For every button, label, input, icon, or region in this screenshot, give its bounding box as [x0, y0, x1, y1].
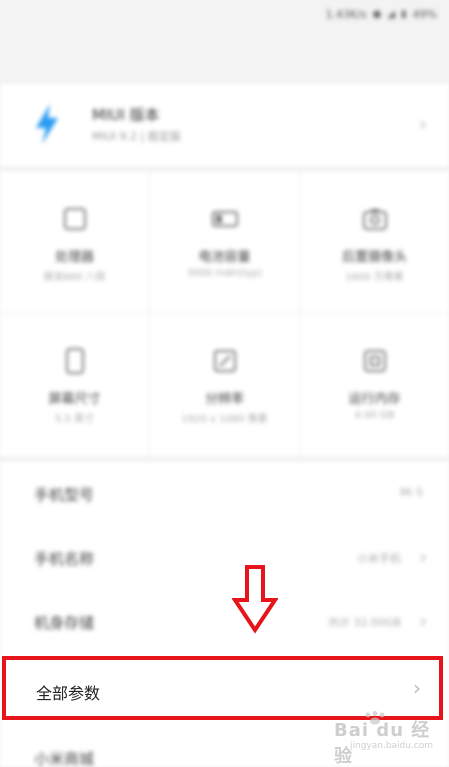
resolution-icon — [213, 350, 236, 372]
miui-version-subtitle: MIUI 9.2 | 稳定版 — [92, 130, 181, 143]
spec-value: 4.00 GB — [354, 410, 395, 421]
network-speed: 1.43K/s — [325, 7, 367, 21]
spec-cell-memory[interactable]: 运行内存 4.00 GB — [300, 314, 449, 455]
watermark-url: jingyan.baidu.com — [350, 741, 434, 751]
signal-icon: ◢ — [387, 8, 396, 20]
spec-value: 3000 mAh(typ) — [186, 268, 263, 279]
spec-grid: 处理器 骁龙660 八核 电池容量 3000 mAh(typ) 后置摄像头 16… — [0, 172, 449, 456]
spec-value: 1920 x 1080 像素 — [181, 414, 268, 425]
row-label: 机身存储 — [34, 614, 95, 632]
miui-logo-icon — [36, 104, 58, 144]
row-label: 手机型号 — [34, 486, 95, 504]
spec-value: 1600 万像素 — [345, 272, 404, 283]
battery-level: 49% — [412, 7, 437, 21]
row-label: 小米商城 — [34, 750, 95, 767]
all-parameters-label: 全部参数 — [36, 684, 101, 703]
chevron-right-icon: › — [419, 112, 427, 136]
arrow-down-annotation-icon — [232, 565, 278, 634]
status-bar: 1.43K/s ● ◢ ▮ 49% — [0, 0, 449, 28]
page: 1.43K/s ● ◢ ▮ 49% MIUI 版本 MIUI 9.2 | 稳定版… — [0, 0, 449, 767]
spec-label: 运行内存 — [348, 392, 401, 407]
list-item-device-name[interactable]: 手机名称 小米手机 › — [0, 526, 449, 592]
list-item-model[interactable]: 手机型号 Mi 5 — [0, 462, 449, 528]
miui-version-item[interactable]: MIUI 版本 MIUI 9.2 | 稳定版 › — [0, 84, 449, 166]
spec-cell-camera[interactable]: 后置摄像头 1600 万像素 — [300, 172, 449, 313]
spec-value: 骁龙660 八核 — [43, 272, 106, 283]
spec-cell-battery[interactable]: 电池容量 3000 mAh(typ) — [150, 172, 299, 313]
miui-version-title: MIUI 版本 — [92, 106, 160, 124]
spec-cell-resolution[interactable]: 分辨率 1920 x 1080 像素 — [150, 314, 299, 455]
spec-label: 分辨率 — [204, 392, 244, 407]
row-value: Mi 5 — [399, 486, 423, 499]
spec-label: 处理器 — [54, 250, 94, 265]
spec-cell-processor[interactable]: 处理器 骁龙660 八核 — [0, 172, 149, 313]
cpu-icon — [63, 208, 86, 230]
spec-label: 后置摄像头 — [341, 250, 407, 265]
phone-screen-icon — [65, 348, 84, 374]
alarm-icon: ● — [372, 8, 382, 20]
battery-icon — [211, 211, 238, 227]
spec-label: 电池容量 — [198, 250, 251, 265]
row-value: 共计 32.00GB — [327, 616, 401, 629]
row-label: 手机名称 — [34, 550, 95, 568]
camera-icon — [362, 209, 387, 230]
chevron-right-icon: › — [419, 545, 427, 569]
list-item-storage[interactable]: 机身存储 共计 32.00GB › — [0, 590, 449, 656]
spec-cell-screen-size[interactable]: 屏幕尺寸 5.5 英寸 — [0, 314, 149, 455]
battery-icon: ▮ — [401, 8, 407, 20]
chevron-right-icon: › — [413, 676, 421, 700]
spec-value: 5.5 英寸 — [54, 414, 95, 425]
row-value: 小米手机 — [357, 552, 401, 565]
chevron-right-icon: › — [419, 609, 427, 633]
memory-icon — [363, 350, 386, 372]
spec-label: 屏幕尺寸 — [48, 392, 101, 407]
